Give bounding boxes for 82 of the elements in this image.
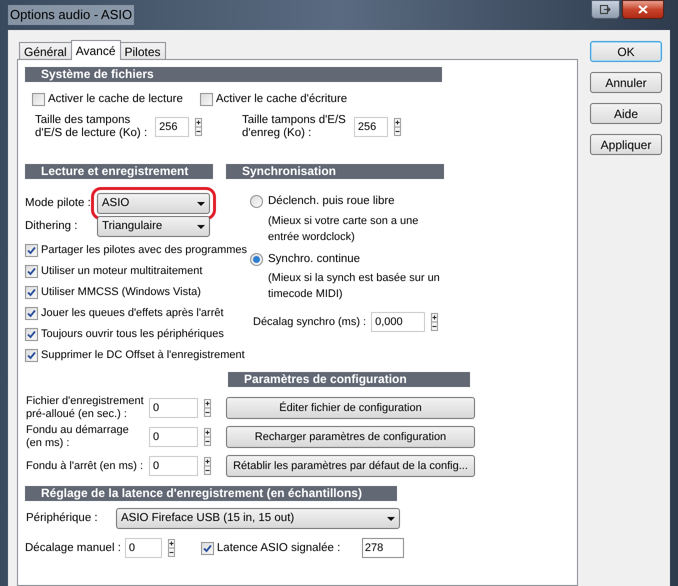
number-field[interactable]: 0 — [149, 398, 198, 418]
number-field[interactable]: 256 — [354, 117, 388, 138]
number-field[interactable]: 256 — [155, 117, 190, 138]
checkbox[interactable] — [32, 93, 45, 106]
checkbox-label: Activer le cache de lecture — [48, 92, 183, 107]
latency-field[interactable]: 278 — [362, 538, 404, 558]
section-header: Système de fichiers — [25, 67, 442, 82]
close-icon — [638, 5, 648, 14]
checkmark-icon — [202, 544, 212, 553]
field-label: Décalag synchro (ms) : — [253, 314, 366, 330]
checkmark-icon — [27, 246, 36, 255]
stepper-icon[interactable] — [204, 457, 211, 476]
caret-icon — [387, 516, 395, 521]
restore-icon — [600, 5, 611, 14]
checkbox-label: Latence ASIO signalée : — [216, 540, 342, 556]
checkbox[interactable] — [25, 306, 38, 320]
field-label: Mode pilote : — [25, 196, 91, 212]
checkbox-label: Activer le cache d'écriture — [216, 92, 348, 107]
dialog-button[interactable]: Aide — [590, 103, 662, 124]
checkbox[interactable] — [25, 328, 38, 341]
dialog-button[interactable]: OK — [590, 41, 662, 62]
radio-label: Déclench. puis roue libre — [268, 194, 395, 210]
checkmark-icon — [27, 330, 36, 339]
tab[interactable]: Pilotes — [120, 42, 166, 60]
dialog-button[interactable]: Appliquer — [590, 134, 662, 155]
dropdown[interactable]: ASIO Fireface USB (15 in, 15 out) — [116, 508, 400, 530]
field-label: Fondu au démarrage (en ms) : — [26, 424, 130, 450]
caret-icon — [196, 202, 205, 206]
window-button[interactable] — [591, 0, 620, 19]
number-field[interactable]: 0 — [149, 427, 198, 448]
checkmark-icon — [27, 308, 36, 318]
hint-text: (Mieux si la synch est basée sur un timecode MIDI) — [268, 270, 441, 302]
field-label: Fondu à l'arrêt (en ms) : — [26, 460, 144, 473]
tab[interactable]: Avancé — [70, 40, 121, 60]
field-label: Taille des tampons d'E/S de lecture (Ko) : — [35, 114, 148, 140]
stepper-icon[interactable] — [195, 118, 202, 136]
checkbox-label: Utiliser un moteur multitraitement — [41, 264, 202, 278]
checkmark-icon — [27, 288, 36, 297]
section-header: Réglage de la latence d'enregistrement (en échantillons) — [25, 486, 397, 502]
radio-label: Synchro. continue — [268, 252, 360, 266]
checkbox-label: Toujours ouvrir tous les périphériques — [41, 327, 224, 342]
checkbox[interactable] — [25, 244, 38, 257]
tab[interactable]: Général — [19, 42, 72, 60]
field-label: Dithering : — [25, 219, 78, 234]
stepper-icon[interactable] — [204, 428, 211, 446]
field-label: Décalage manuel : — [25, 540, 121, 556]
checkbox[interactable] — [200, 542, 214, 555]
section-header: Synchronisation — [226, 164, 444, 180]
section-header: Paramètres de configuration — [228, 372, 470, 388]
config-button[interactable]: Recharger paramètres de configuration — [226, 426, 475, 448]
config-button[interactable]: Rétablir les paramètres par défaut de la config... — [226, 455, 475, 478]
field-label: Périphérique : — [26, 511, 99, 526]
dropdown[interactable]: Triangulaire — [97, 216, 210, 238]
checkbox-label: Utiliser MMCSS (Windows Vista) — [41, 285, 201, 300]
checkbox-label: Partager les pilotes avec des programmes — [41, 243, 248, 258]
stepper-icon[interactable] — [204, 399, 211, 418]
number-field[interactable]: 0 — [124, 538, 162, 558]
config-button[interactable]: Éditer fichier de configuration — [226, 397, 475, 420]
section-header: Lecture et enregistrement — [25, 164, 213, 180]
checkbox[interactable] — [200, 93, 213, 106]
field-label: Fichier d'enregistrement pré-alloué (en sec.) : — [26, 395, 145, 422]
radio-button[interactable] — [250, 252, 263, 266]
hint-text: (Mieux si votre carte son a une entrée wordclock) — [268, 214, 420, 244]
close-button[interactable] — [622, 0, 664, 19]
field-label: Taille tampons d'E/S d'enreg (Ko) : — [242, 114, 346, 140]
checkmark-icon — [27, 266, 36, 276]
dropdown[interactable]: ASIO — [96, 193, 210, 214]
caret-icon — [197, 224, 205, 229]
checkbox[interactable] — [25, 264, 38, 278]
checkbox[interactable] — [25, 286, 38, 299]
dialog-button[interactable]: Annuler — [590, 72, 662, 93]
checkbox-label: Supprimer le DC Offset à l'enregistrement — [41, 348, 245, 362]
stepper-icon[interactable] — [431, 312, 438, 331]
stepper-icon[interactable] — [168, 539, 175, 558]
checkmark-icon — [27, 350, 36, 360]
radio-button[interactable] — [250, 195, 263, 208]
checkbox-label: Jouer les queues d'effets après l'arrêt — [41, 306, 224, 320]
stepper-icon[interactable] — [394, 118, 401, 136]
checkbox[interactable] — [25, 348, 38, 362]
number-field[interactable]: 0,000 — [371, 312, 426, 332]
window-title: Options audio - ASIO — [8, 5, 134, 25]
number-field[interactable]: 0 — [149, 456, 198, 476]
